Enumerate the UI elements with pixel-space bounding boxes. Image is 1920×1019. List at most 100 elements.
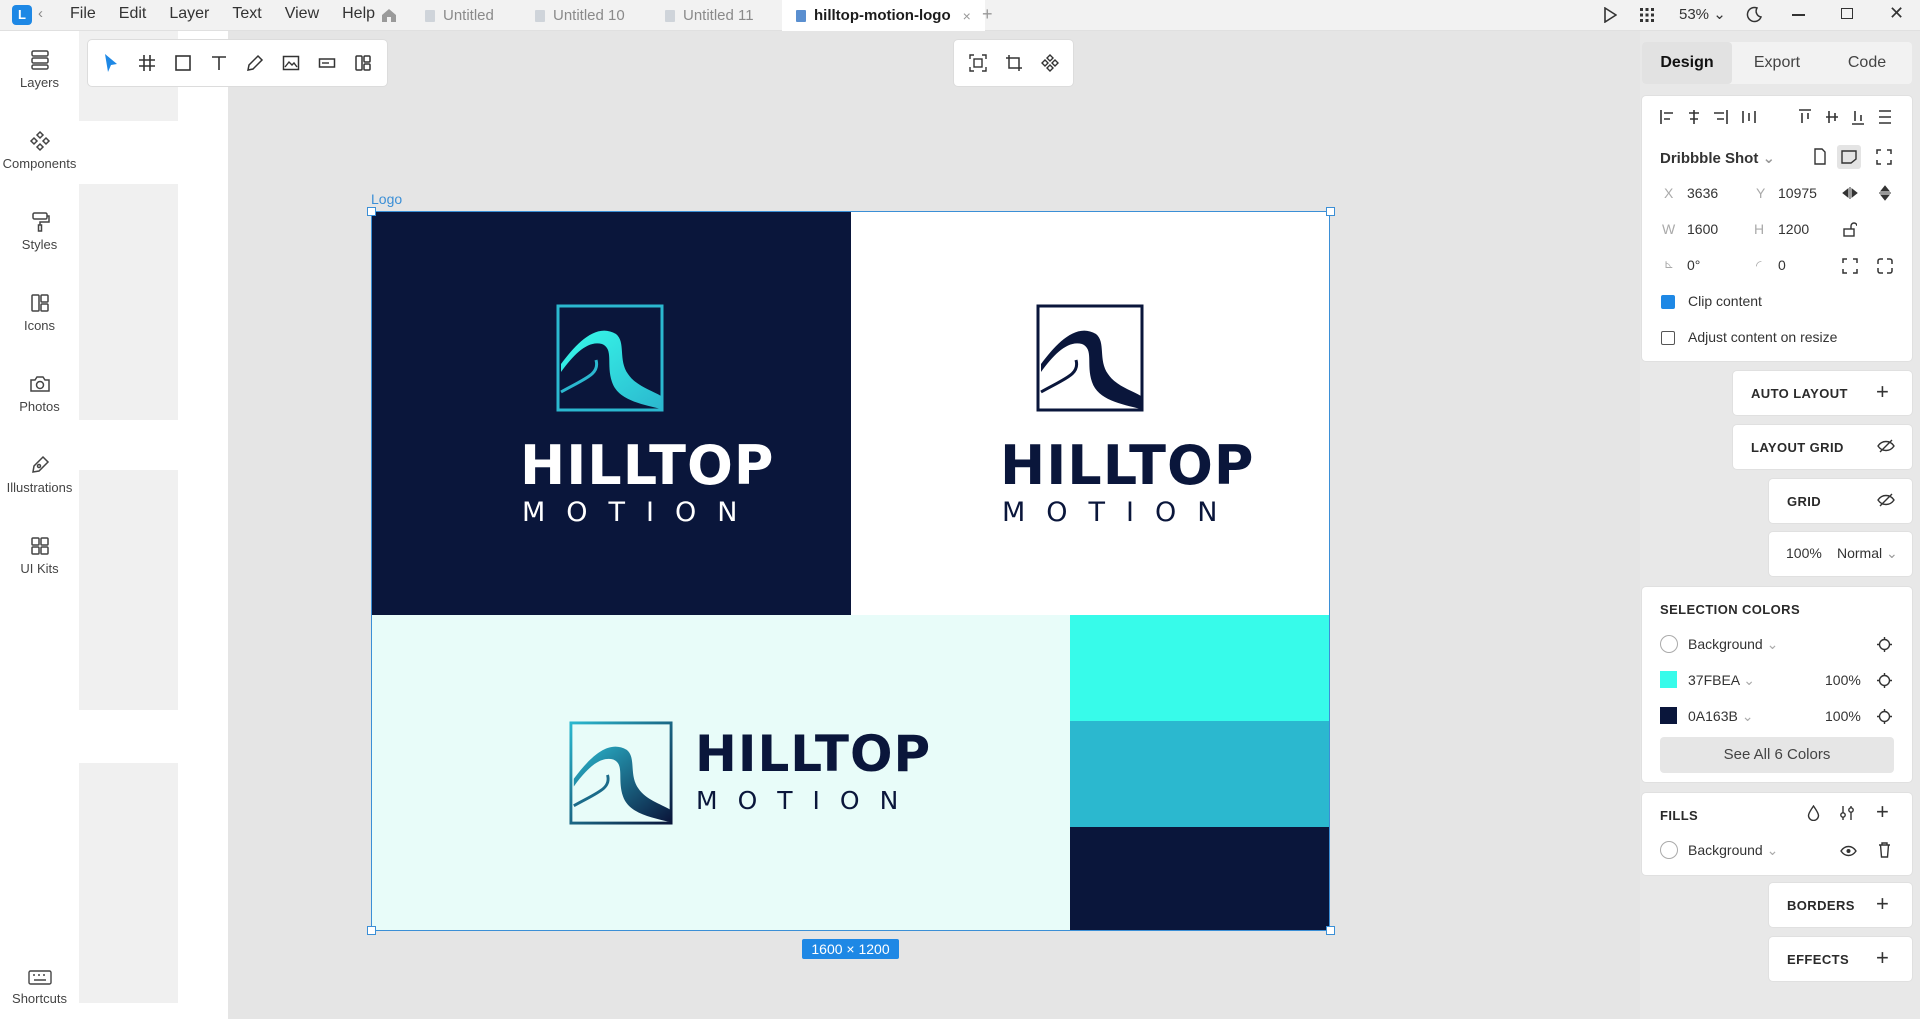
clip-content-checkbox[interactable] (1661, 295, 1675, 309)
drop-icon[interactable] (1807, 805, 1820, 821)
color-name-0a163b[interactable]: 0A163B ⌄ (1688, 708, 1753, 725)
close-window-icon[interactable]: ✕ (1889, 3, 1904, 24)
trash-icon[interactable] (1878, 842, 1891, 858)
resize-handle-top-left[interactable] (367, 207, 376, 216)
adjust-sliders-icon[interactable] (1839, 805, 1855, 821)
tab-code[interactable]: Code (1822, 42, 1912, 84)
home-icon[interactable] (380, 6, 398, 24)
color-opacity-37fbea[interactable]: 100% (1825, 672, 1861, 688)
borders-section[interactable]: BORDERS + (1769, 883, 1912, 927)
tab-hilltop-motion-logo[interactable]: hilltop-motion-logo × (782, 0, 985, 31)
adjust-content-checkbox[interactable] (1661, 331, 1675, 345)
input-tool[interactable] (314, 50, 340, 76)
sidebar-item-illustrations[interactable]: Illustrations (0, 454, 79, 495)
target-icon[interactable] (1877, 709, 1892, 724)
add-auto-layout-icon[interactable]: + (1876, 379, 1889, 405)
resize-handle-bottom-right[interactable] (1326, 926, 1335, 935)
color-swatch-37fbea[interactable] (1660, 671, 1677, 688)
sidebar-item-icons[interactable]: Icons (0, 292, 79, 333)
tab-untitled[interactable]: Untitled (425, 0, 494, 31)
corner-radius-all-icon[interactable] (1842, 258, 1858, 274)
resize-handle-top-right[interactable] (1326, 207, 1335, 216)
orientation-toggle[interactable] (1837, 145, 1861, 169)
see-all-colors-button[interactable]: See All 6 Colors (1660, 737, 1894, 773)
borders-title: BORDERS (1787, 898, 1855, 913)
frame-label[interactable]: Logo (371, 191, 402, 207)
text-tool[interactable] (206, 50, 232, 76)
auto-layout-section[interactable]: AUTO LAYOUT + (1733, 371, 1912, 415)
close-tab-icon[interactable]: × (963, 8, 971, 24)
grid-section[interactable]: GRID (1769, 479, 1912, 523)
y-input[interactable]: 10975 (1778, 185, 1817, 201)
minimize-icon[interactable] (1792, 14, 1805, 16)
rotation-input[interactable]: 0° (1687, 257, 1700, 273)
pen-tool[interactable] (242, 50, 268, 76)
tab-untitled-11[interactable]: Untitled 11 (665, 0, 754, 31)
frame-preset-dropdown[interactable]: Dribbble Shot ⌄ (1660, 149, 1775, 167)
add-border-icon[interactable]: + (1876, 891, 1889, 917)
eye-off-icon[interactable] (1877, 439, 1895, 453)
menu-file[interactable]: File (70, 5, 96, 23)
create-component-button[interactable] (1037, 50, 1063, 76)
unlock-icon[interactable] (1843, 221, 1857, 237)
add-effect-icon[interactable]: + (1876, 945, 1889, 971)
eye-icon[interactable] (1840, 845, 1857, 857)
fit-frame-button[interactable] (965, 50, 991, 76)
w-input[interactable]: 1600 (1687, 221, 1718, 237)
sidebar-item-photos[interactable]: Photos (0, 373, 79, 414)
back-chevron-icon[interactable]: ‹ (38, 5, 43, 22)
flip-horizontal-icon[interactable] (1842, 187, 1858, 199)
flip-vertical-icon[interactable] (1879, 185, 1891, 201)
rectangle-tool[interactable] (170, 50, 196, 76)
independent-corners-icon[interactable] (1877, 258, 1893, 274)
sidebar-item-components[interactable]: Components (0, 130, 79, 171)
tab-design[interactable]: Design (1642, 42, 1732, 84)
apps-grid-icon[interactable] (1639, 7, 1655, 23)
eye-off-icon[interactable] (1877, 493, 1895, 507)
fill-dot-background[interactable] (1660, 841, 1678, 859)
sidebar-item-styles[interactable]: Styles (0, 211, 79, 252)
frame-tool[interactable] (134, 50, 160, 76)
app-logo[interactable]: L (12, 5, 32, 25)
color-dot-background[interactable] (1660, 635, 1678, 653)
move-tool[interactable] (98, 50, 124, 76)
sidebar-item-layers[interactable]: Layers (0, 49, 79, 90)
tab-untitled-10[interactable]: Untitled 10 (535, 0, 625, 31)
color-swatch-0a163b[interactable] (1660, 707, 1677, 724)
document-icon[interactable] (1813, 148, 1827, 165)
menu-text[interactable]: Text (232, 5, 261, 23)
blend-mode-dropdown[interactable]: Normal ⌄ (1837, 545, 1898, 562)
zoom-dropdown[interactable]: 53% ⌄ (1679, 5, 1726, 23)
new-tab-button[interactable]: + (982, 4, 993, 25)
menu-edit[interactable]: Edit (119, 5, 147, 23)
menu-layer[interactable]: Layer (169, 5, 209, 23)
target-icon[interactable] (1877, 637, 1892, 652)
tab-export[interactable]: Export (1732, 42, 1822, 84)
dark-mode-icon[interactable] (1746, 6, 1763, 23)
maximize-icon[interactable] (1841, 8, 1853, 19)
grid-opacity-input[interactable]: 100% (1786, 545, 1822, 561)
color-name-background[interactable]: Background ⌄ (1688, 636, 1778, 653)
effects-section[interactable]: EFFECTS + (1769, 937, 1912, 981)
target-icon[interactable] (1877, 673, 1892, 688)
sidebar-item-shortcuts[interactable]: Shortcuts (0, 969, 79, 1006)
crop-button[interactable] (1001, 50, 1027, 76)
add-fill-icon[interactable]: + (1876, 799, 1889, 825)
fill-name[interactable]: Background ⌄ (1688, 842, 1778, 859)
x-input[interactable]: 3636 (1687, 185, 1718, 201)
radius-input[interactable]: 0 (1778, 257, 1786, 273)
color-name-37fbea[interactable]: 37FBEA ⌄ (1688, 672, 1755, 689)
alignment-icons[interactable] (1659, 108, 1899, 126)
assets-tool[interactable] (350, 50, 376, 76)
color-opacity-0a163b[interactable]: 100% (1825, 708, 1861, 724)
image-tool[interactable] (278, 50, 304, 76)
logo-frame[interactable]: HILLTOP MOTION HILLTOP MOTION HILLTOP MO… (371, 211, 1330, 931)
play-icon[interactable] (1603, 7, 1617, 23)
menu-help[interactable]: Help (342, 5, 375, 23)
layout-grid-section[interactable]: LAYOUT GRID (1733, 425, 1912, 469)
menu-view[interactable]: View (285, 5, 319, 23)
sidebar-item-ui-kits[interactable]: UI Kits (0, 535, 79, 576)
fullscreen-icon[interactable] (1876, 149, 1892, 165)
h-input[interactable]: 1200 (1778, 221, 1809, 237)
resize-handle-bottom-left[interactable] (367, 926, 376, 935)
